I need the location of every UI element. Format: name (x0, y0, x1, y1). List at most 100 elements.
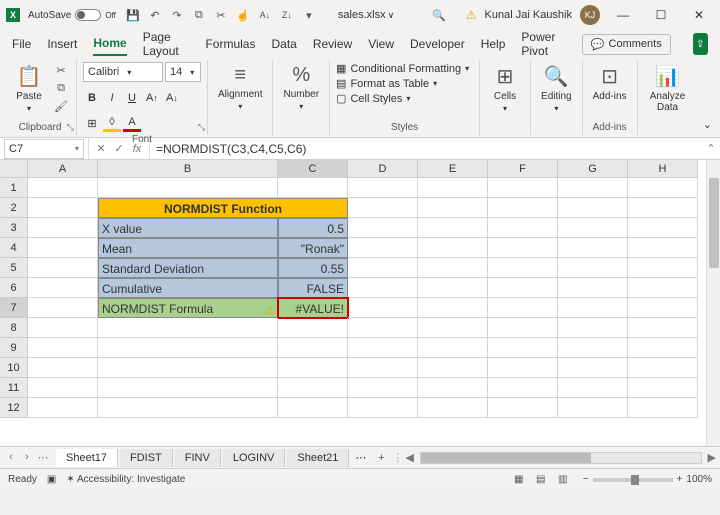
horizontal-scrollbar[interactable] (420, 452, 702, 464)
scrollbar-thumb[interactable] (421, 453, 591, 463)
sheet-nav-more-icon[interactable]: ⋯ (36, 451, 50, 464)
tab-file[interactable]: File (12, 33, 31, 55)
sheet-tab[interactable]: LOGINV (223, 449, 286, 467)
undo-icon[interactable]: ↶ (146, 6, 164, 24)
grid-cell[interactable]: "Ronak" (278, 238, 348, 258)
conditional-formatting-button[interactable]: ▦Conditional Formatting▾ (336, 62, 473, 75)
tab-help[interactable]: Help (481, 33, 506, 55)
alignment-button[interactable]: ≡ Alignment ▾ (214, 62, 266, 113)
editing-button[interactable]: 🔍Editing▾ (537, 62, 576, 115)
sort-desc-icon[interactable]: Z↓ (278, 6, 296, 24)
font-name-select[interactable]: Calibri▾ (83, 62, 163, 82)
row-header[interactable]: 6 (0, 278, 28, 298)
grid-cell[interactable]: Mean (98, 238, 278, 258)
font-grow-button[interactable]: A↑ (143, 89, 161, 107)
col-header[interactable]: E (418, 160, 488, 178)
sort-asc-icon[interactable]: A↓ (256, 6, 274, 24)
add-sheet-button[interactable]: + (372, 452, 390, 464)
font-launcher-icon[interactable]: ⤡ (198, 122, 205, 133)
qat-dropdown-icon[interactable]: ▾ (300, 6, 318, 24)
row-header[interactable]: 4 (0, 238, 28, 258)
underline-button[interactable]: U (123, 89, 141, 107)
normal-view-button[interactable]: ▦ (509, 472, 529, 488)
redo-icon[interactable]: ↷ (168, 6, 186, 24)
tab-page-layout[interactable]: Page Layout (143, 26, 190, 62)
share-button[interactable]: ⇪ (693, 33, 708, 55)
analyze-data-button[interactable]: 📊Analyze Data (644, 62, 692, 115)
row-header[interactable]: 7 (0, 298, 28, 318)
tab-view[interactable]: View (368, 33, 394, 55)
sheet-nav-next-icon[interactable]: › (20, 451, 34, 464)
sheet-tab[interactable]: FDIST (120, 449, 173, 467)
row-header[interactable]: 11 (0, 378, 28, 398)
addins-button[interactable]: ⊡Add-ins (589, 62, 631, 104)
grid-cell[interactable]: 0.5 (278, 218, 348, 238)
tab-formulas[interactable]: Formulas (205, 33, 255, 55)
grid-cell[interactable]: Standard Deviation (98, 258, 278, 278)
warning-icon[interactable]: ⚠ (466, 8, 477, 22)
tab-developer[interactable]: Developer (410, 33, 465, 55)
scrollbar-thumb[interactable] (709, 178, 719, 268)
cells-button[interactable]: ⊞Cells▾ (486, 62, 524, 115)
zoom-control[interactable]: − + 100% (583, 474, 712, 485)
vertical-scrollbar[interactable] (706, 160, 720, 446)
number-button[interactable]: % Number ▾ (279, 62, 323, 113)
col-header[interactable]: A (28, 160, 98, 178)
cut-icon[interactable]: ✂ (212, 6, 230, 24)
search-icon[interactable]: 🔍 (432, 9, 446, 22)
font-shrink-button[interactable]: A↓ (163, 89, 181, 107)
fill-color-button[interactable]: ◊ (103, 114, 121, 132)
tab-power-pivot[interactable]: Power Pivot (521, 26, 565, 62)
font-color-button[interactable]: A (123, 114, 141, 132)
toggle-switch[interactable] (75, 9, 101, 21)
cell-styles-button[interactable]: ▢Cell Styles▾ (336, 92, 473, 105)
minimize-button[interactable]: — (608, 0, 638, 30)
format-painter-button[interactable]: 🖌 (52, 98, 70, 114)
hscroll-left-icon[interactable]: ◀ (405, 451, 413, 464)
zoom-out-icon[interactable]: − (583, 474, 589, 485)
copy-icon[interactable]: ⧉ (190, 6, 208, 24)
bold-button[interactable]: B (83, 89, 101, 107)
grid-cell[interactable]: NORMDIST Formula⚠ (98, 298, 278, 318)
username[interactable]: Kunal Jai Kaushik (485, 9, 572, 21)
col-header[interactable]: B (98, 160, 278, 178)
user-avatar[interactable]: KJ (580, 5, 600, 25)
cell-merged-header[interactable]: NORMDIST Function (98, 198, 348, 218)
zoom-level[interactable]: 100% (686, 474, 712, 485)
page-layout-view-button[interactable]: ▤ (531, 472, 551, 488)
grid-cell[interactable]: 0.55 (278, 258, 348, 278)
sheet-tab[interactable]: Sheet21 (287, 449, 349, 467)
grid-cell[interactable]: X value (98, 218, 278, 238)
font-size-select[interactable]: 14▾ (165, 62, 201, 82)
row-header[interactable]: 9 (0, 338, 28, 358)
row-header[interactable]: 10 (0, 358, 28, 378)
col-header[interactable]: C (278, 160, 348, 178)
format-as-table-button[interactable]: ▤Format as Table▾ (336, 77, 473, 90)
row-header[interactable]: 3 (0, 218, 28, 238)
macro-record-icon[interactable]: ▣ (47, 474, 56, 485)
expand-formula-bar-icon[interactable]: ⌃ (702, 142, 720, 155)
sheet-more-icon[interactable]: ⋯ (351, 451, 370, 464)
grid-cell[interactable]: FALSE (278, 278, 348, 298)
save-icon[interactable]: 💾 (124, 6, 142, 24)
touch-icon[interactable]: ☝ (234, 6, 252, 24)
page-break-view-button[interactable]: ▥ (553, 472, 573, 488)
grid-cell[interactable]: Cumulative (98, 278, 278, 298)
sheet-tab[interactable]: FINV (175, 449, 221, 467)
col-header[interactable]: D (348, 160, 418, 178)
row-header[interactable]: 2 (0, 198, 28, 218)
zoom-in-icon[interactable]: + (677, 474, 683, 485)
paste-button[interactable]: 📋 Paste ▾ (10, 62, 48, 115)
maximize-button[interactable]: ☐ (646, 0, 676, 30)
zoom-slider[interactable] (593, 478, 673, 482)
hscroll-right-icon[interactable]: ▶ (708, 451, 716, 464)
cut-button[interactable]: ✂ (52, 62, 70, 78)
spreadsheet-grid[interactable]: A B C D E F G H 1 2NORMDIST Function 3X … (0, 160, 720, 446)
italic-button[interactable]: I (103, 89, 121, 107)
name-box[interactable]: C7▾ (4, 139, 84, 159)
formula-input[interactable]: =NORMDIST(C3,C4,C5,C6) (150, 138, 702, 159)
copy-button[interactable]: ⧉ (52, 80, 70, 96)
col-header[interactable]: F (488, 160, 558, 178)
border-button[interactable]: ⊞ (83, 114, 101, 132)
close-button[interactable]: ✕ (684, 0, 714, 30)
